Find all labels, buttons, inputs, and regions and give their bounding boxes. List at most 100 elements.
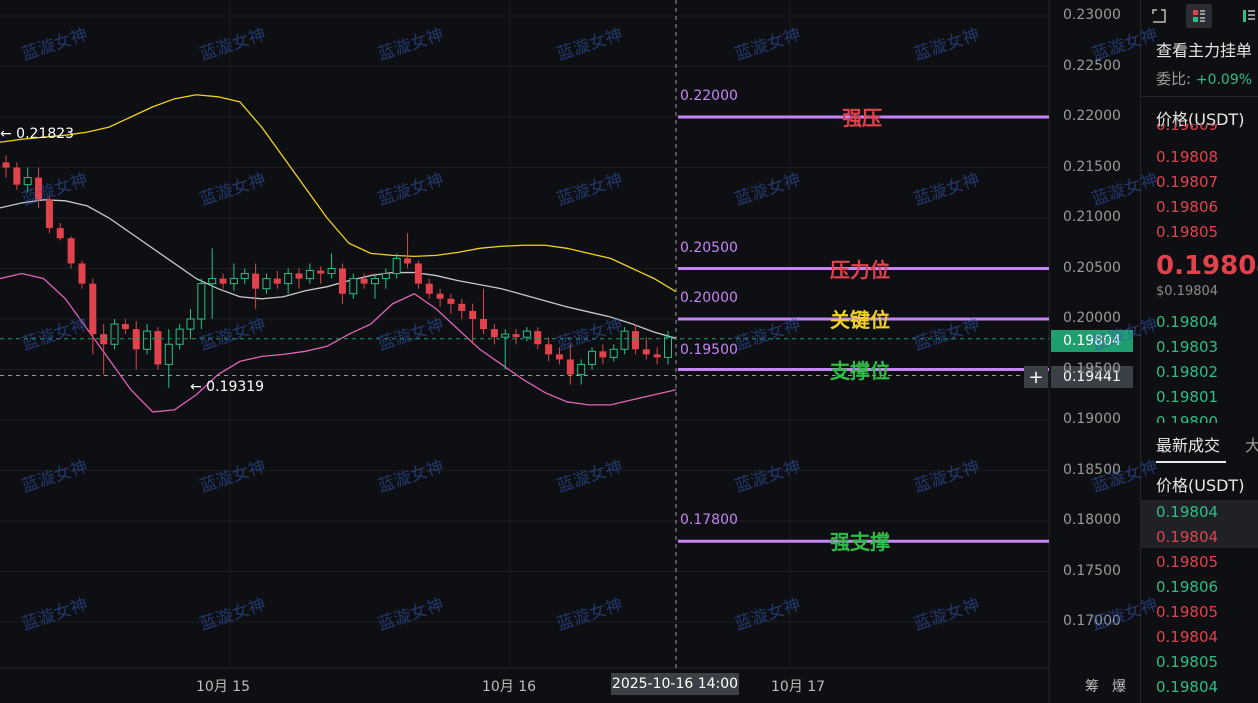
candle-body: [35, 177, 43, 200]
trade-row: 0.19804: [1156, 678, 1219, 696]
high-price-marker: ← 0.21823: [0, 126, 75, 142]
expand-icon[interactable]: [1146, 4, 1172, 28]
trade-row: 0.19805: [1156, 653, 1219, 671]
candle-body: [360, 278, 368, 284]
candle-body: [642, 349, 650, 355]
candle-body: [56, 228, 64, 239]
main-orders-link[interactable]: 查看主力挂单: [1156, 37, 1252, 61]
candle-body: [588, 350, 597, 365]
bid-row-partial[interactable]: 0.19800: [1156, 413, 1218, 423]
candle-body: [577, 363, 586, 376]
y-tick-label: 0.23000: [1063, 7, 1121, 23]
book-both-icon[interactable]: [1186, 4, 1212, 28]
candle-body: [252, 273, 260, 289]
candle-body: [284, 273, 293, 285]
candle-body: [45, 199, 53, 229]
candle-body: [305, 270, 314, 280]
candle-body: [2, 162, 10, 168]
candle-body: [186, 318, 195, 330]
ratio-label: 委比: +0.09%: [1156, 68, 1252, 89]
ask-row-partial[interactable]: 0.19809: [1156, 124, 1218, 138]
y-tick-label: 0.22500: [1063, 57, 1121, 74]
y-tick-label: 0.19500: [1063, 360, 1121, 377]
level-zone-label: 关键位: [830, 308, 890, 332]
add-alert-icon[interactable]: +: [1024, 366, 1048, 388]
x-tick-label: 10月 16: [482, 679, 537, 695]
tab-large-trades[interactable]: 大: [1245, 432, 1258, 456]
book-list-icon[interactable]: [1236, 4, 1258, 28]
y-tick-label: 0.19000: [1063, 411, 1121, 427]
ask-row[interactable]: 0.19808: [1156, 148, 1218, 166]
candle-body: [164, 343, 173, 365]
level-zone-label: 强压: [842, 106, 882, 130]
bid-price-partial: 0.19800: [1156, 413, 1219, 423]
candle-body: [13, 167, 21, 185]
level-value-label: 0.22000: [680, 88, 738, 104]
candle-body: [208, 278, 217, 285]
level-zone-label: 支撑位: [830, 358, 890, 383]
trade-row: 0.19804: [1156, 503, 1219, 521]
candlestick-chart[interactable]: [0, 0, 1138, 703]
candle-body: [501, 333, 510, 338]
bid-row[interactable]: 0.19802: [1156, 363, 1218, 381]
trade-row: 0.19804: [1156, 528, 1219, 546]
candle-body: [110, 323, 119, 345]
y-tick-label: 0.21000: [1063, 209, 1121, 225]
tab-underline: [1156, 461, 1226, 463]
candle-body: [545, 344, 553, 355]
candle-body: [469, 310, 477, 319]
candle-body: [490, 329, 498, 338]
candle-body: [599, 351, 607, 358]
candle-body: [295, 273, 303, 279]
y-tick-label: 0.18000: [1063, 512, 1121, 528]
chart-canvas[interactable]: [0, 0, 1138, 703]
candle-body: [240, 273, 249, 280]
y-tick-label: 0.20000: [1063, 310, 1121, 326]
level-zone-label: 压力位: [830, 257, 890, 282]
candle-body: [522, 330, 531, 338]
candle-body: [381, 273, 390, 280]
order-book-panel: 查看主力挂单 委比: +0.09% 价格(USDT) 0.19809 0.198…: [1140, 0, 1258, 703]
last-price-usd: $0.19804: [1156, 284, 1219, 299]
candle-body: [458, 303, 466, 311]
candle-body: [121, 324, 129, 330]
candle-body: [512, 334, 520, 338]
bid-row[interactable]: 0.19801: [1156, 388, 1218, 406]
candle-body: [664, 336, 672, 358]
ask-row[interactable]: 0.19806: [1156, 198, 1218, 216]
bollinger-upper-line: [0, 94, 677, 293]
level-zone-label: 强支撑: [830, 530, 890, 555]
current-price-tag: 0.19804: [1051, 330, 1133, 352]
tab-latest-trades[interactable]: 最新成交: [1156, 432, 1220, 456]
candle-body: [370, 278, 379, 285]
level-value-label: 0.20000: [680, 290, 738, 306]
candle-body: [197, 283, 206, 320]
candle-body: [631, 331, 639, 350]
candle-body: [175, 328, 184, 345]
chip-distribution-button[interactable]: 筹: [1085, 676, 1099, 696]
trades-price-header: 价格(USDT): [1156, 476, 1245, 495]
level-value-label: 0.20500: [680, 239, 738, 256]
ask-row[interactable]: 0.19807: [1156, 173, 1218, 191]
ask-row[interactable]: 0.19805: [1156, 223, 1218, 241]
bid-row[interactable]: 0.19804: [1156, 313, 1218, 331]
candle-body: [392, 257, 401, 275]
collapse-panel-handle[interactable]: [1140, 284, 1141, 314]
liquidation-button[interactable]: 爆: [1112, 676, 1126, 696]
bid-row[interactable]: 0.19803: [1156, 338, 1218, 356]
candle-body: [534, 331, 542, 345]
trade-row: 0.19805: [1156, 603, 1219, 621]
candle-body: [349, 278, 358, 295]
candle-body: [566, 359, 574, 375]
y-tick-label: 0.21500: [1063, 158, 1121, 175]
y-tick-label: 0.17000: [1063, 613, 1121, 629]
candle-body: [480, 319, 488, 330]
candle-body: [555, 354, 563, 360]
candle-body: [447, 298, 455, 304]
candle-body: [219, 278, 227, 284]
candle-body: [273, 278, 281, 284]
candle-body: [327, 268, 336, 275]
y-tick-label: 0.20500: [1063, 259, 1121, 276]
trade-row: 0.19804: [1156, 628, 1219, 646]
trade-row: 0.19806: [1156, 578, 1219, 596]
